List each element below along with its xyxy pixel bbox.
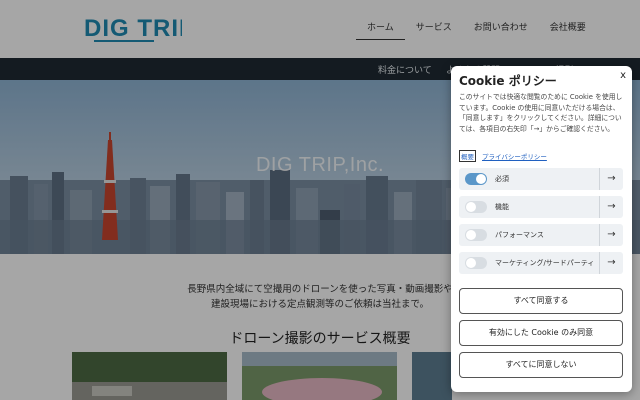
- close-icon[interactable]: x: [620, 70, 626, 81]
- arrow-right-icon[interactable]: →: [599, 168, 623, 190]
- reject-all-button[interactable]: すべてに同意しない: [459, 352, 623, 378]
- category-label: 必須: [495, 175, 509, 183]
- performance-toggle[interactable]: [465, 229, 487, 241]
- functional-toggle[interactable]: [465, 201, 487, 213]
- cookie-dialog: Cookie ポリシー x このサイトでは快適な閲覧のために Cookie を使…: [451, 66, 632, 392]
- accept-all-button[interactable]: すべて同意する: [459, 288, 623, 314]
- required-toggle[interactable]: [465, 173, 487, 185]
- cookie-description: このサイトでは快適な閲覧のために Cookie を使用しています。Cookie …: [459, 93, 623, 133]
- cookie-category-performance: パフォーマンス →: [459, 224, 623, 246]
- privacy-policy-link[interactable]: プライバシーポリシー: [482, 151, 547, 161]
- marketing-toggle[interactable]: [465, 257, 487, 269]
- overview-link[interactable]: 概要: [459, 150, 476, 162]
- arrow-right-icon[interactable]: →: [599, 224, 623, 246]
- cookie-title: Cookie ポリシー: [459, 74, 557, 88]
- cookie-category-required: 必須 →: [459, 168, 623, 190]
- cookie-links: 概要 プライバシーポリシー: [459, 150, 547, 162]
- accept-selected-button[interactable]: 有効にした Cookie のみ同意: [459, 320, 623, 346]
- arrow-right-icon[interactable]: →: [599, 196, 623, 218]
- category-label: 機能: [495, 203, 509, 211]
- category-label: マーケティング/サードパーティ: [495, 259, 595, 267]
- arrow-right-icon[interactable]: →: [599, 252, 623, 274]
- cookie-category-functional: 機能 →: [459, 196, 623, 218]
- cookie-category-marketing: マーケティング/サードパーティ →: [459, 252, 623, 274]
- category-label: パフォーマンス: [495, 231, 544, 239]
